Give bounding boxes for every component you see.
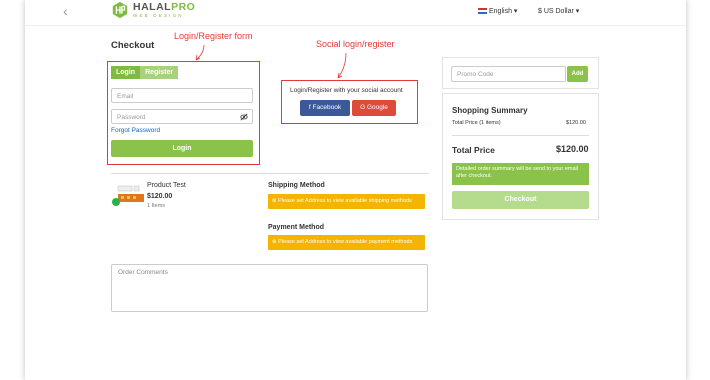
shipping-method-label: Shipping Method <box>268 182 325 189</box>
login-button[interactable]: Login <box>111 140 253 157</box>
annotation-login-register: Login/Register form <box>174 31 253 41</box>
auth-tabs: Login Register <box>111 66 179 79</box>
checkout-button[interactable]: Checkout <box>452 191 589 209</box>
email-notice: Detailed order summary will be send to y… <box>452 163 589 185</box>
product-quantity: 1 Items <box>147 203 166 209</box>
tab-login[interactable]: Login <box>111 66 141 79</box>
summary-line-value: $120.00 <box>566 120 586 126</box>
google-login-button[interactable]: G Google <box>352 100 396 116</box>
email-field[interactable]: Email <box>111 88 253 103</box>
language-label: English ▾ <box>489 8 518 15</box>
summary-title: Shopping Summary <box>452 106 528 115</box>
page-title: Checkout <box>111 40 155 51</box>
eye-slash-icon[interactable] <box>240 113 248 121</box>
facebook-login-button[interactable]: f Facebook <box>300 100 350 116</box>
summary-divider <box>452 135 589 136</box>
product-price: $120.00 <box>147 193 173 200</box>
logo-text: HALALPRO WEB DESIGN <box>133 1 196 18</box>
password-field[interactable]: Password <box>111 109 253 124</box>
order-comments-field[interactable]: Order Comments <box>111 264 428 312</box>
annotation-arrow-login <box>195 44 205 61</box>
uk-flag-icon <box>478 8 487 14</box>
password-placeholder: Password <box>117 114 146 121</box>
language-selector[interactable]: English ▾ <box>478 7 517 15</box>
product-image[interactable] <box>112 184 144 208</box>
section-divider <box>111 173 429 174</box>
summary-line-label: Total Price (1 items) <box>452 120 501 126</box>
annotation-social: Social login/register <box>316 39 395 49</box>
tab-register[interactable]: Register <box>140 66 179 79</box>
total-price-label: Total Price <box>452 145 495 155</box>
promo-add-button[interactable]: Add <box>567 66 588 82</box>
currency-selector[interactable]: $ US Dollar ▾ <box>538 7 579 15</box>
payment-method-label: Payment Method <box>268 224 325 231</box>
annotation-arrow-social <box>337 52 347 79</box>
total-price-value: $120.00 <box>556 144 589 154</box>
logo[interactable]: HALALPRO WEB DESIGN <box>111 0 195 20</box>
logo-mark-icon <box>112 1 128 19</box>
chevron-left-icon[interactable]: ‹ <box>63 3 68 19</box>
payment-warning: ⊗ Please set Address to view available p… <box>268 235 425 250</box>
social-prompt: Login/Register with your social account <box>290 87 403 94</box>
shipping-warning: ⊗ Please set Address to view available s… <box>268 194 425 209</box>
promo-code-input[interactable]: Promo Code <box>451 66 566 82</box>
forgot-password-link[interactable]: Forgot Password <box>111 127 160 134</box>
product-name: Product Test <box>147 182 186 189</box>
